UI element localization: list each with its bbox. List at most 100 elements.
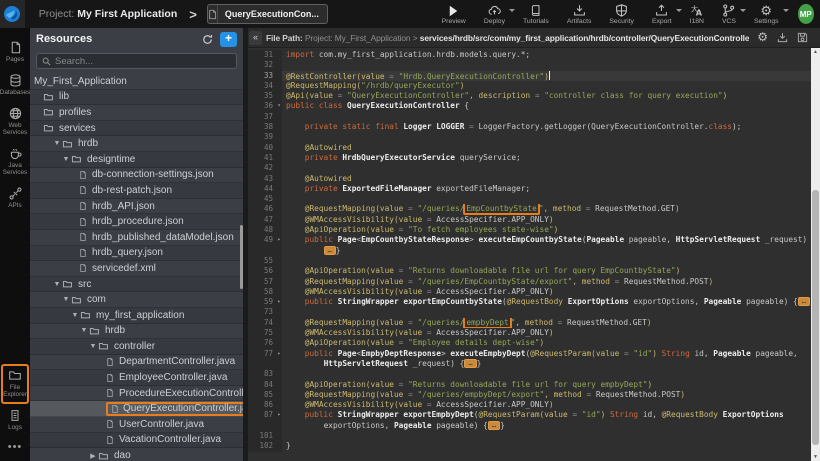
- wavemaker-logo[interactable]: [0, 0, 25, 28]
- code-line-56[interactable]: 56 @ApiOperation(value = "Returns downlo…: [248, 266, 811, 276]
- fold-collapsed-icon[interactable]: ▸: [277, 235, 281, 245]
- fold-collapsed-icon[interactable]: ▸: [277, 349, 281, 359]
- tree-item-hrdb_published_dataModel.json[interactable]: hrdb_published_dataModel.json: [30, 230, 243, 246]
- code-line-83[interactable]: 83: [248, 369, 811, 379]
- tree-item-hrdb_API.json[interactable]: hrdb_API.json: [30, 199, 243, 215]
- sidebar-item-databases[interactable]: Databases: [1, 69, 29, 102]
- editor-scrollbar[interactable]: ▲ ▼: [811, 48, 820, 461]
- tree-item-EmployeeController.java[interactable]: EmployeeController.java: [30, 370, 243, 386]
- tree-item-db-connection-settings.json[interactable]: db-connection-settings.json: [30, 168, 243, 184]
- chevron-down-icon[interactable]: ▼: [61, 156, 71, 163]
- folded-code-pill[interactable]: …: [798, 297, 810, 306]
- code-line-84[interactable]: 84 @ApiOperation(value = "Returns downlo…: [248, 380, 811, 390]
- tree-item-designtime[interactable]: ▼designtime: [30, 152, 243, 168]
- grid-icon[interactable]: [326, 9, 328, 19]
- folded-code-pill[interactable]: …: [464, 359, 476, 368]
- tree-item-my_first_application[interactable]: ▼my_first_application: [30, 308, 243, 324]
- settings-button[interactable]: ⚙ Settings: [745, 2, 788, 26]
- add-resource-button[interactable]: +: [220, 32, 237, 47]
- sidebar-item-java-services[interactable]: Java Services: [1, 142, 29, 182]
- code-line-wrap[interactable]: HttpServletRequest _request) {…}: [248, 359, 811, 369]
- chevron-down-icon[interactable]: ▼: [52, 140, 62, 147]
- chevron-down-icon[interactable]: ▼: [61, 296, 71, 303]
- fold-collapsed-icon[interactable]: ▸: [277, 410, 281, 420]
- tree-item-hrdb[interactable]: ▼hrdb: [30, 136, 243, 152]
- i18n-button[interactable]: 大A I18N: [681, 2, 713, 26]
- security-button[interactable]: Security: [600, 2, 643, 26]
- code-line-35[interactable]: 35@Api(value = "QueryExecutionController…: [248, 91, 811, 101]
- tree-item-DepartmentController.java[interactable]: DepartmentController.java: [30, 355, 243, 371]
- chevron-down-icon[interactable]: ▼: [79, 327, 89, 334]
- tree-item-hrdb[interactable]: ▼hrdb: [30, 324, 243, 340]
- code-line-wrap[interactable]: …}: [248, 246, 811, 256]
- collapse-panel-button[interactable]: «: [249, 31, 262, 45]
- preview-button[interactable]: Preview: [433, 2, 475, 26]
- code-line-39[interactable]: 39: [248, 132, 811, 142]
- open-file-tab[interactable]: QueryExecutionCon...: [207, 4, 328, 24]
- tree-item-UserController.java[interactable]: UserController.java: [30, 417, 243, 433]
- deploy-button[interactable]: Deploy: [475, 2, 514, 26]
- code-line-42[interactable]: 42: [248, 163, 811, 173]
- code-line-74[interactable]: 74 @RequestMapping(value = "/queries/emp…: [248, 318, 811, 328]
- user-avatar[interactable]: MP: [798, 4, 815, 24]
- code-line-44[interactable]: 44 private ExportedFileManager exportedF…: [248, 184, 811, 194]
- code-line-49[interactable]: 49▸ public Page<EmpCountbyStateResponse>…: [248, 235, 811, 245]
- code-line-40[interactable]: 40 @Autowired: [248, 143, 811, 153]
- code-line-41[interactable]: 41 private HrdbQueryExecutorService quer…: [248, 153, 811, 163]
- code-line-47[interactable]: 47 @WMAccessVisibility(value = AccessSpe…: [248, 215, 811, 225]
- sidebar-item-logs[interactable]: Logs: [1, 404, 29, 437]
- save-icon[interactable]: [797, 32, 808, 43]
- folded-code-pill[interactable]: …: [488, 421, 500, 430]
- code-line-58[interactable]: 58 @WMAccessVisibility(value = AccessSpe…: [248, 287, 811, 297]
- tree-item-profiles[interactable]: profiles: [30, 105, 243, 121]
- code-line-57[interactable]: 57 @RequestMapping(value = "/queries/Emp…: [248, 277, 811, 287]
- tree-item-My_First_Application[interactable]: My_First_Application: [30, 74, 243, 90]
- editor-scrollbar-thumb[interactable]: [812, 190, 819, 445]
- code-line-31[interactable]: 31import com.my_first_application.hrdb.m…: [248, 50, 811, 60]
- code-line-32[interactable]: 32: [248, 60, 811, 70]
- tree-item-src[interactable]: ▼src: [30, 277, 243, 293]
- fold-expanded-icon[interactable]: ▾: [277, 101, 281, 111]
- code-line-73[interactable]: 73: [248, 307, 811, 317]
- tree-item-hrdb_query.json[interactable]: hrdb_query.json: [30, 246, 243, 262]
- tree-item-ProcedureExecutionController.java[interactable]: ProcedureExecutionController.java: [30, 386, 243, 402]
- code-line-86[interactable]: 86 @WMAccessVisibility(value = AccessSpe…: [248, 400, 811, 410]
- code-line-45[interactable]: 45: [248, 194, 811, 204]
- tree-item-QueryExecutionController.java[interactable]: QueryExecutionController.java: [30, 401, 243, 417]
- download-icon[interactable]: [777, 32, 788, 43]
- sidebar-item-file-explorer[interactable]: File Explorer: [1, 364, 29, 404]
- tree-item-lib[interactable]: lib: [30, 90, 243, 106]
- vcs-button[interactable]: VCS: [713, 2, 745, 26]
- code-line-33[interactable]: 33@RestController(value = "Hrdb.QueryExe…: [248, 71, 811, 81]
- sidebar-item-pages[interactable]: Pages: [1, 36, 29, 69]
- tree-item-hrdb_procedure.json[interactable]: hrdb_procedure.json: [30, 214, 243, 230]
- tutorials-button[interactable]: Tutorials: [514, 2, 558, 26]
- code-line-85[interactable]: 85 @RequestMapping(value = "/queries/emp…: [248, 390, 811, 400]
- sidebar-item-web-services[interactable]: Web Services: [1, 102, 29, 142]
- code-line-wrap[interactable]: exportOptions, Pageable pageable) {…}: [248, 421, 811, 431]
- sidebar-item-apis[interactable]: APIs: [1, 182, 29, 215]
- tree-item-dao[interactable]: ▶dao: [30, 448, 243, 461]
- refresh-icon[interactable]: [202, 34, 213, 45]
- scroll-up-arrow[interactable]: ▲: [811, 48, 820, 56]
- chevron-down-icon[interactable]: ▼: [88, 343, 98, 350]
- artifacts-button[interactable]: Artifacts: [558, 2, 601, 26]
- tree-item-com[interactable]: ▼com: [30, 292, 243, 308]
- code-line-36[interactable]: 36▾public class QueryExecutionController…: [248, 101, 811, 111]
- code-line-101[interactable]: 101: [248, 431, 811, 441]
- tree-item-servicedef.xml[interactable]: servicedef.xml: [30, 261, 243, 277]
- code-line-77[interactable]: 77▸ public Page<EmpbyDeptResponse> execu…: [248, 349, 811, 359]
- tree-scrollbar-thumb[interactable]: [240, 225, 243, 289]
- code-line-75[interactable]: 75 @WMAccessVisibility(value = AccessSpe…: [248, 328, 811, 338]
- search-input[interactable]: [55, 56, 231, 67]
- tree-item-services[interactable]: services: [30, 121, 243, 137]
- code-line-37[interactable]: 37: [248, 112, 811, 122]
- chevron-down-icon[interactable]: ▼: [52, 281, 62, 288]
- scroll-down-arrow[interactable]: ▼: [811, 453, 820, 461]
- folded-code-pill[interactable]: …: [324, 246, 336, 255]
- code-line-34[interactable]: 34@RequestMapping("/hrdb/queryExecutor"): [248, 81, 811, 91]
- more-options-icon[interactable]: •••: [8, 437, 23, 461]
- code-line-46[interactable]: 46 @RequestMapping(value = "/queries/Emp…: [248, 204, 811, 214]
- code-line-59[interactable]: 59▸ public StringWrapper exportEmpCountb…: [248, 297, 811, 307]
- tree-item-db-rest-patch.json[interactable]: db-rest-patch.json: [30, 183, 243, 199]
